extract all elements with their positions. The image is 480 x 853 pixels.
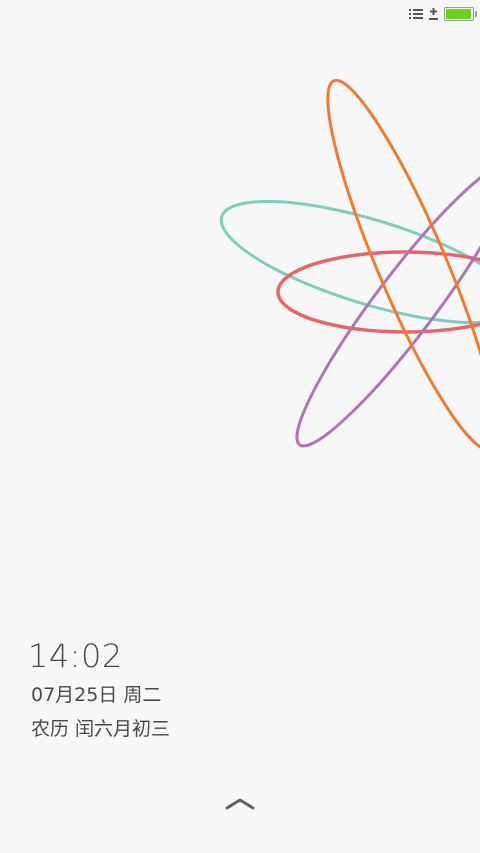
battery-level bbox=[446, 9, 471, 19]
orange-orbit bbox=[326, 78, 480, 452]
lock-clock: 14:02 bbox=[28, 637, 123, 675]
lock-screen: 14:02 07月25日 周二 农历 闰六月初三 bbox=[0, 0, 480, 853]
battery-icon bbox=[444, 7, 477, 21]
charging-icon bbox=[429, 8, 438, 20]
purple-orbit bbox=[295, 162, 480, 448]
status-icons bbox=[409, 5, 477, 23]
lock-date: 07月25日 周二 bbox=[31, 684, 162, 706]
status-bar bbox=[0, 0, 480, 28]
teal-orbit bbox=[219, 199, 480, 325]
notification-list-icon bbox=[409, 8, 423, 20]
battery-tip bbox=[475, 11, 477, 17]
chevron-up-icon[interactable] bbox=[224, 794, 256, 812]
clock-block: 14:02 07月25日 周二 农历 闰六月初三 bbox=[28, 636, 170, 742]
lunar-date: 农历 闰六月初三 bbox=[31, 718, 171, 740]
